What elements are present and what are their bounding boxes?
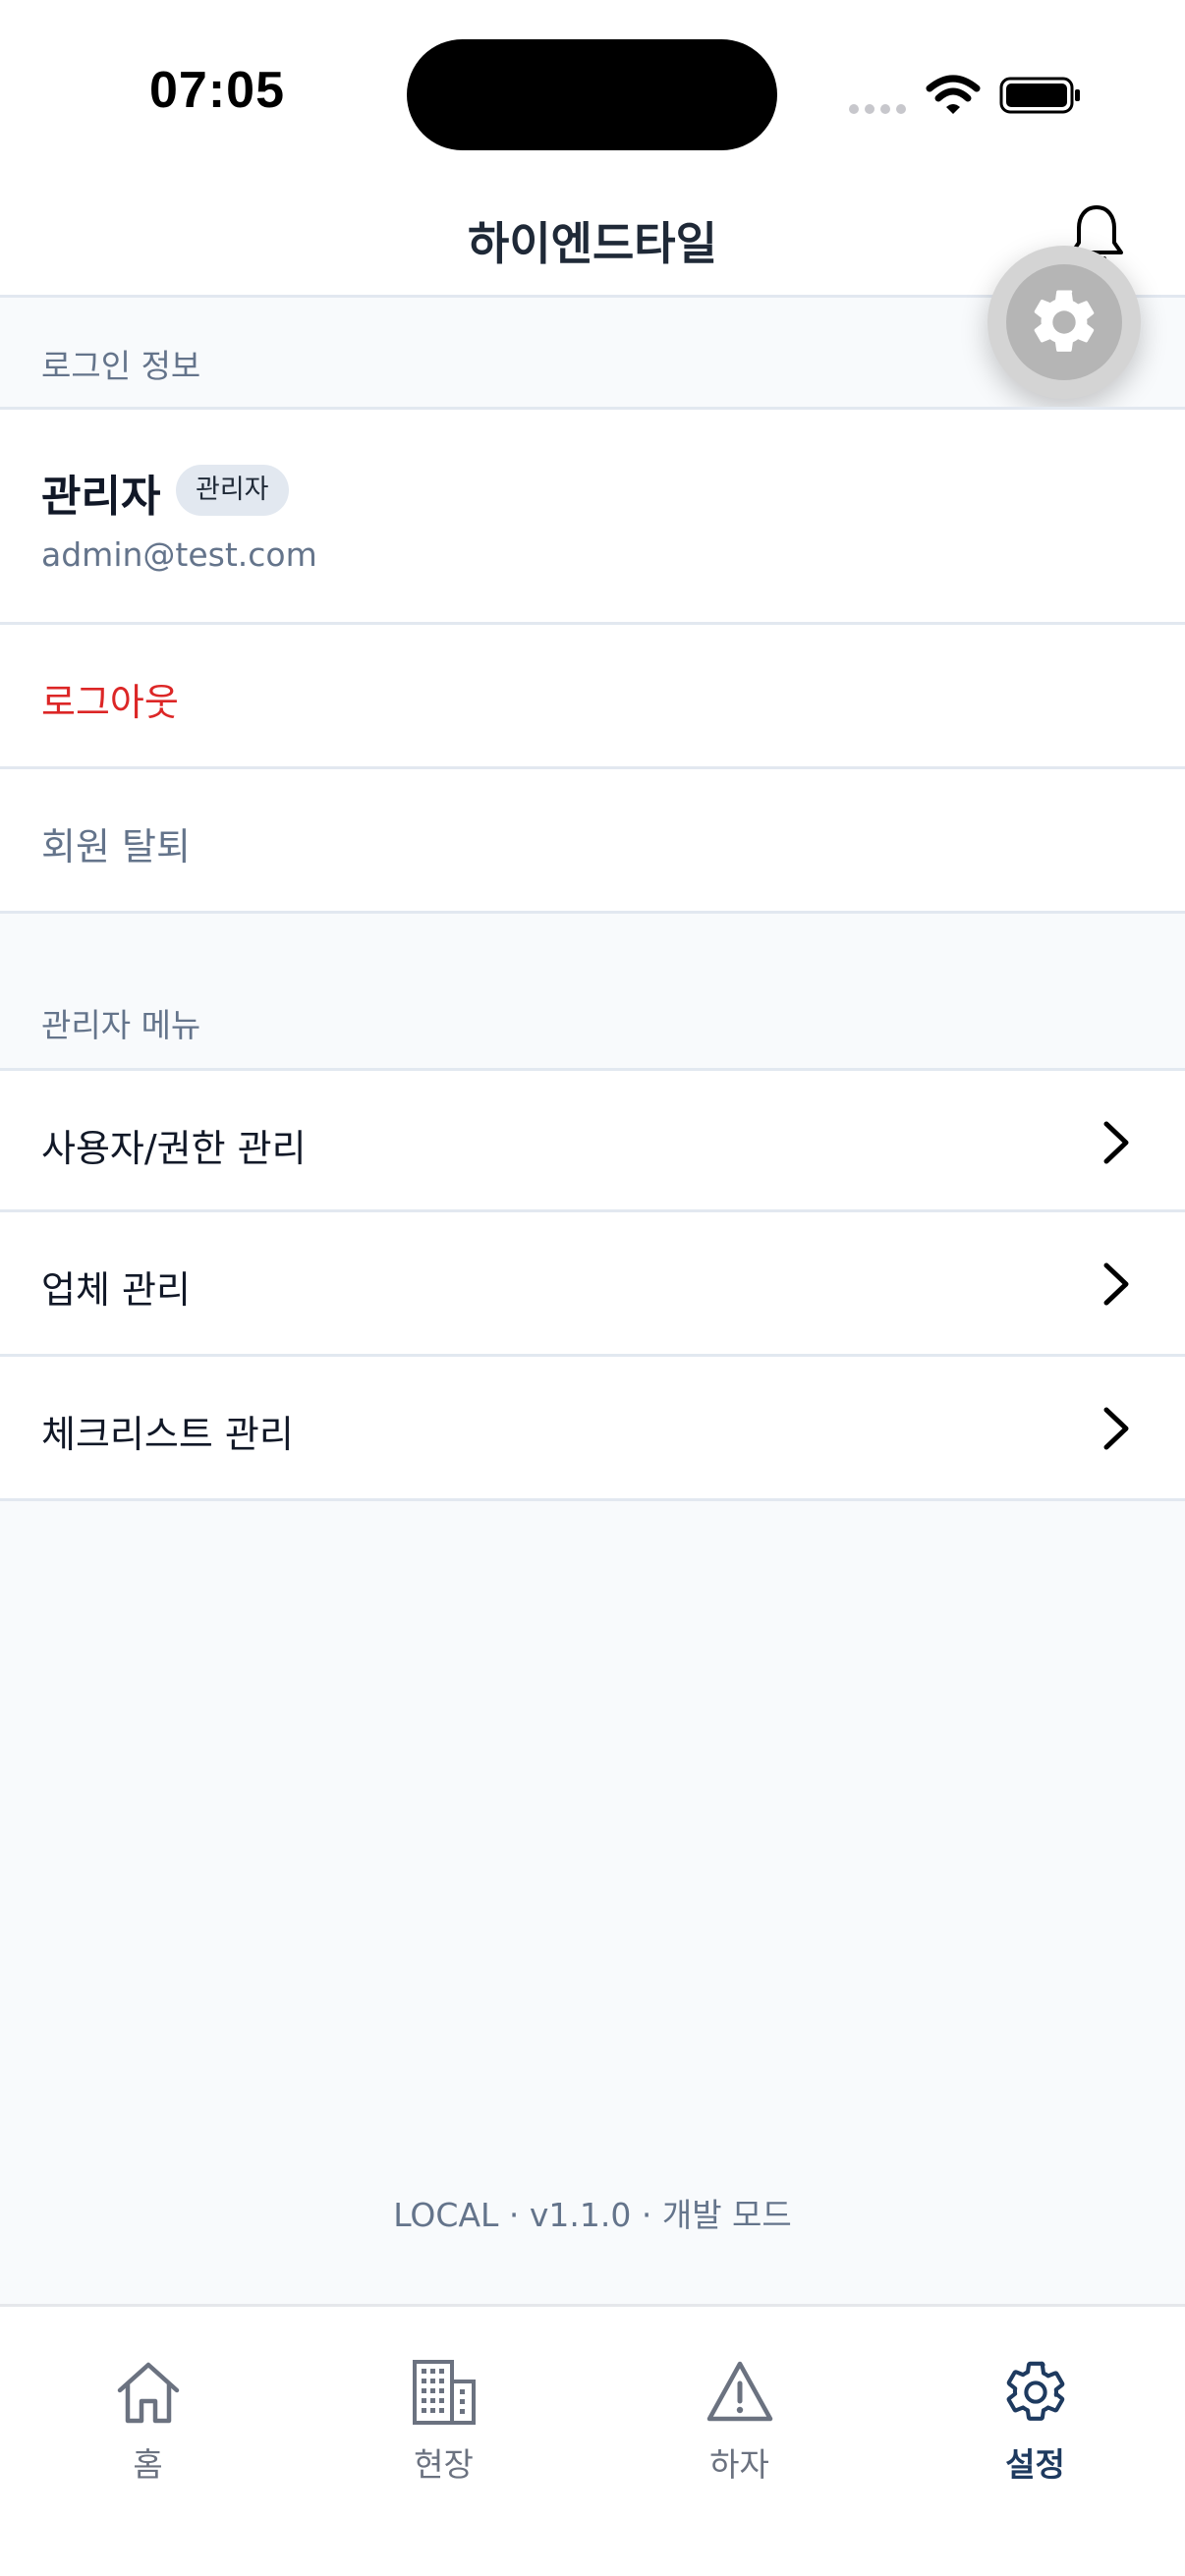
cellular-signal-icon — [849, 104, 906, 114]
battery-icon — [999, 77, 1080, 114]
withdraw-label: 회원 탈퇴 — [41, 825, 191, 868]
logout-button[interactable]: 로그아웃 — [0, 625, 1185, 769]
status-time: 07:05 — [149, 62, 285, 119]
page-title: 하이엔드타일 — [468, 217, 717, 270]
tab-home[interactable]: 홈 — [0, 2307, 296, 2503]
tab-label: 현장 — [414, 2445, 474, 2484]
logout-label: 로그아웃 — [41, 681, 179, 724]
tab-defects[interactable]: 하자 — [592, 2307, 887, 2503]
version-info: LOCAL · v1.1.0 · 개발 모드 — [393, 2196, 792, 2234]
menu-item-label: 업체 관리 — [41, 1268, 191, 1312]
profile-card: 관리자 관리자 admin@test.com — [0, 407, 1185, 625]
gear-icon — [1034, 290, 1095, 352]
settings-screen: 07:05 하이엔드타일 로그인 정보 관리자 관리자 admin@test.c… — [0, 0, 1185, 2576]
tab-settings[interactable]: 설정 — [887, 2307, 1183, 2503]
chevron-right-icon — [1103, 1407, 1129, 1450]
tab-label: 홈 — [133, 2445, 163, 2484]
menu-item-vendor-management[interactable]: 업체 관리 — [0, 1212, 1185, 1357]
bottom-tab-bar: 홈 현장 하자 설정 — [0, 2304, 1185, 2576]
menu-item-label: 체크리스트 관리 — [41, 1413, 294, 1456]
tab-label: 하자 — [709, 2445, 769, 2484]
login-section-label: 로그인 정보 — [41, 347, 201, 385]
warning-icon — [706, 2361, 773, 2422]
user-email: admin@test.com — [41, 535, 317, 574]
wifi-icon — [926, 75, 981, 114]
withdraw-button[interactable]: 회원 탈퇴 — [0, 769, 1185, 914]
chevron-right-icon — [1103, 1121, 1129, 1164]
dynamic-island — [407, 39, 777, 150]
menu-item-user-permissions[interactable]: 사용자/권한 관리 — [0, 1068, 1185, 1212]
tab-label: 설정 — [1005, 2445, 1065, 2484]
tab-sites[interactable]: 현장 — [296, 2307, 592, 2503]
floating-settings-button[interactable] — [988, 246, 1141, 399]
home-icon — [117, 2362, 180, 2424]
chevron-right-icon — [1103, 1262, 1129, 1306]
admin-section-label: 관리자 메뉴 — [41, 1006, 201, 1044]
building-icon — [413, 2360, 476, 2425]
role-badge: 관리자 — [176, 465, 289, 516]
gear-icon — [1006, 2361, 1065, 2421]
menu-item-checklist-management[interactable]: 체크리스트 관리 — [0, 1357, 1185, 1501]
menu-item-label: 사용자/권한 관리 — [41, 1127, 307, 1170]
user-name: 관리자 — [41, 472, 161, 522]
status-bar: 07:05 — [0, 0, 1185, 177]
